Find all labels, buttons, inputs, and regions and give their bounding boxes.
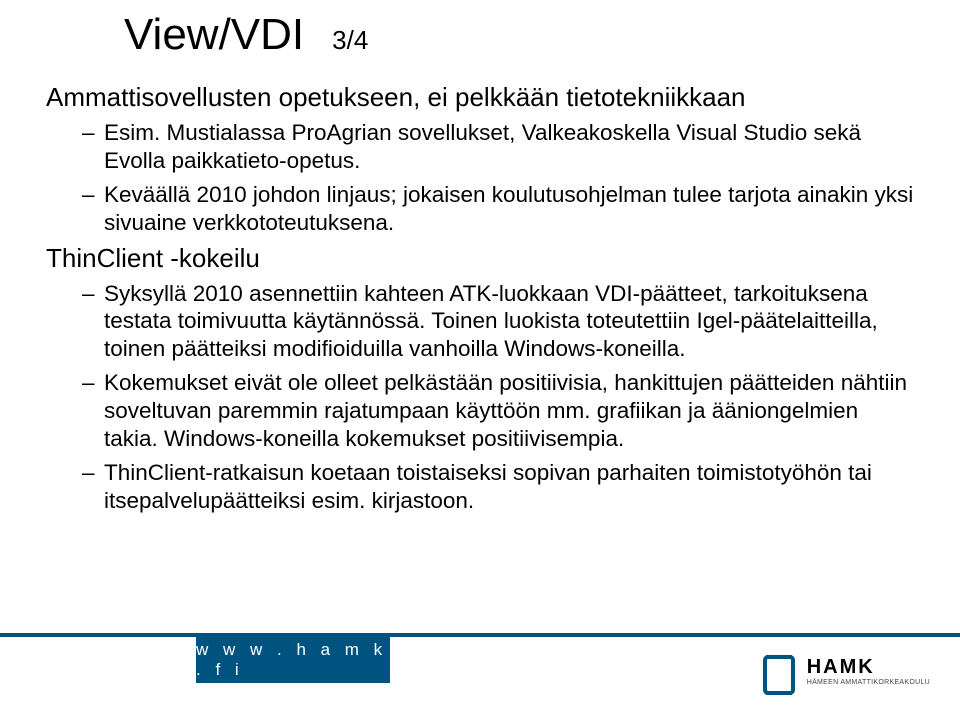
title-row: View/VDI 3/4 xyxy=(46,10,914,60)
logo-name: HAMK xyxy=(807,657,930,677)
footer-divider xyxy=(0,633,960,637)
hamk-logo: HAMK HÄMEEN AMMATTIKORKEAKOULU xyxy=(763,655,930,687)
list-item: Syksyllä 2010 asennettiin kahteen ATK-lu… xyxy=(82,280,914,364)
logo-text: HAMK HÄMEEN AMMATTIKORKEAKOULU xyxy=(807,657,930,686)
logo-subtitle: HÄMEEN AMMATTIKORKEAKOULU xyxy=(807,679,930,686)
bullet-list: Esim. Mustialassa ProAgrian sovellukset,… xyxy=(46,119,914,237)
footer-url: w w w . h a m k . f i xyxy=(196,640,390,680)
list-item: Esim. Mustialassa ProAgrian sovellukset,… xyxy=(82,119,914,175)
footer-url-tab: w w w . h a m k . f i xyxy=(196,637,390,683)
slide-page-indicator: 3/4 xyxy=(332,25,368,56)
list-item: Keväällä 2010 johdon linjaus; jokaisen k… xyxy=(82,181,914,237)
list-item: ThinClient-ratkaisun koetaan toistaiseks… xyxy=(82,459,914,515)
section-1: Ammattisovellusten opetukseen, ei pelkkä… xyxy=(46,82,914,237)
slide-footer: w w w . h a m k . f i HAMK HÄMEEN AMMATT… xyxy=(0,627,960,705)
logo-icon xyxy=(763,655,803,687)
section-heading: ThinClient -kokeilu xyxy=(46,243,914,274)
list-item: Kokemukset eivät ole olleet pelkästään p… xyxy=(82,369,914,453)
slide: View/VDI 3/4 Ammattisovellusten opetukse… xyxy=(0,0,960,705)
bullet-list: Syksyllä 2010 asennettiin kahteen ATK-lu… xyxy=(46,280,914,515)
slide-title: View/VDI xyxy=(124,10,304,60)
section-heading: Ammattisovellusten opetukseen, ei pelkkä… xyxy=(46,82,914,113)
slide-content: View/VDI 3/4 Ammattisovellusten opetukse… xyxy=(0,0,960,515)
section-2: ThinClient -kokeilu Syksyllä 2010 asenne… xyxy=(46,243,914,515)
